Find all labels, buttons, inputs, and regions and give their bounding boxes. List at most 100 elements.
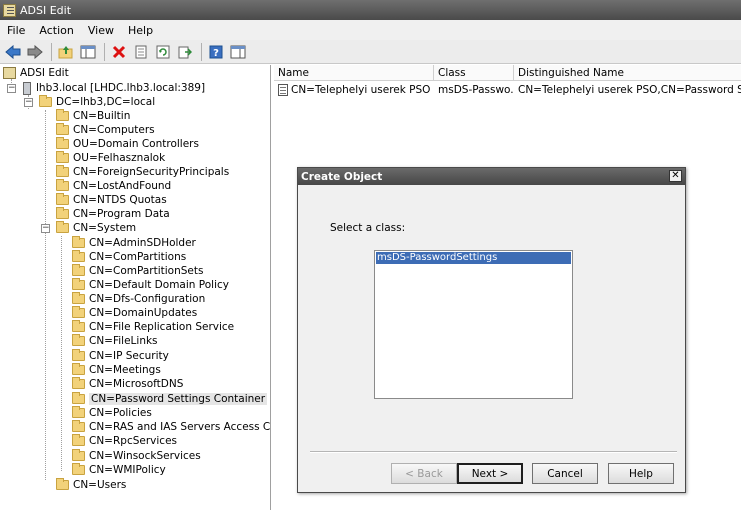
- class-listbox[interactable]: msDS-PasswordSettings: [374, 250, 573, 399]
- up-folder-icon[interactable]: [56, 42, 76, 62]
- tree-item-label: CN=Meetings: [89, 364, 161, 376]
- collapse-domain-icon[interactable]: −: [24, 98, 33, 107]
- server-icon: [23, 81, 31, 95]
- tree-item-label: CN=LostAndFound: [73, 180, 172, 192]
- collapse-system-icon[interactable]: −: [41, 224, 50, 233]
- tree-item-wmi-policy[interactable]: CN=WMIPolicy: [72, 463, 166, 477]
- tree-item-label: lhb3.local [LHDC.lhb3.local:389]: [36, 82, 206, 94]
- tree-item-admin-sd-holder[interactable]: CN=AdminSDHolder: [72, 236, 196, 250]
- tree-item-label: CN=MicrosoftDNS: [89, 378, 184, 390]
- cancel-button[interactable]: Cancel: [532, 463, 598, 484]
- tree-item-ntds-quotas[interactable]: CN=NTDS Quotas: [56, 193, 167, 207]
- back-button[interactable]: < Back: [391, 463, 457, 484]
- tree-item-domain-controllers[interactable]: OU=Domain Controllers: [56, 137, 199, 151]
- window-title: ADSI Edit: [20, 3, 72, 17]
- create-object-dialog: Create Object ✕ Select a class: msDS-Pas…: [297, 167, 686, 493]
- folder-icon: [72, 420, 85, 432]
- tree-item-label: CN=Default Domain Policy: [89, 279, 229, 291]
- collapse-server-icon[interactable]: −: [7, 84, 16, 93]
- folder-icon: [56, 207, 69, 219]
- menu-help[interactable]: Help: [121, 24, 160, 37]
- column-header-distinguished-name[interactable]: Distinguished Name: [514, 65, 741, 81]
- list-item[interactable]: CN=Telephelyi userek PSO msDS-Passwo... …: [274, 82, 741, 98]
- menu-action[interactable]: Action: [32, 24, 80, 37]
- folder-icon: [56, 478, 69, 490]
- column-header-name[interactable]: Name: [274, 65, 434, 81]
- folder-icon: [72, 320, 85, 332]
- tree-item-server[interactable]: lhb3.local [LHDC.lhb3.local:389]: [23, 81, 205, 95]
- tree-item-felhasznalok[interactable]: OU=Felhasznalok: [56, 151, 165, 165]
- tree-item-microsoft-dns[interactable]: CN=MicrosoftDNS: [72, 377, 183, 391]
- menu-view[interactable]: View: [81, 24, 121, 37]
- list-item-class: msDS-Passwo...: [438, 84, 514, 96]
- tree-item-label: CN=FileLinks: [89, 335, 158, 347]
- tree-item-com-partitions[interactable]: CN=ComPartitions: [72, 250, 186, 264]
- forward-arrow-icon[interactable]: [25, 42, 45, 62]
- show-hide-tree-icon[interactable]: [78, 42, 98, 62]
- tree-item-password-settings-container[interactable]: CN=Password Settings Container: [72, 392, 268, 406]
- tree-item-ip-security[interactable]: CN=IP Security: [72, 349, 169, 363]
- tree-item-label: CN=NTDS Quotas: [73, 194, 167, 206]
- export-list-icon[interactable]: [175, 42, 195, 62]
- back-arrow-icon[interactable]: [3, 42, 23, 62]
- tree-item-winsock-services[interactable]: CN=WinsockServices: [72, 449, 201, 463]
- adsi-edit-app-icon: [3, 3, 16, 17]
- menu-file[interactable]: File: [0, 24, 32, 37]
- folder-icon: [56, 151, 69, 163]
- tree-root-adsi-edit[interactable]: ADSI Edit: [3, 66, 69, 80]
- tree-item-label: CN=DomainUpdates: [89, 307, 198, 319]
- tree-item-policies[interactable]: CN=Policies: [72, 406, 152, 420]
- tree-item-label: CN=ComPartitions: [89, 251, 187, 263]
- toolbar-separator: [104, 42, 105, 61]
- tree-item-rpc-services[interactable]: CN=RpcServices: [72, 434, 177, 448]
- tree-item-foreign-security-principals[interactable]: CN=ForeignSecurityPrincipals: [56, 165, 229, 179]
- tree-item-label: CN=Computers: [73, 124, 155, 136]
- tree-item-label: DC=lhb3,DC=local: [56, 96, 156, 108]
- svg-text:?: ?: [213, 48, 219, 59]
- tree-item-file-replication-service[interactable]: CN=File Replication Service: [72, 320, 234, 334]
- tree-item-computers[interactable]: CN=Computers: [56, 123, 155, 137]
- list-item-name: CN=Telephelyi userek PSO: [291, 84, 431, 96]
- pso-object-icon: [278, 84, 288, 96]
- tree-item-system[interactable]: CN=System: [56, 221, 136, 235]
- toolbar: ?: [0, 40, 741, 64]
- next-button[interactable]: Next >: [457, 463, 523, 484]
- tree-item-com-partition-sets[interactable]: CN=ComPartitionSets: [72, 264, 203, 278]
- tree-item-dfs-configuration[interactable]: CN=Dfs-Configuration: [72, 292, 205, 306]
- tree-item-program-data[interactable]: CN=Program Data: [56, 207, 170, 221]
- list-cell-name: CN=Telephelyi userek PSO: [274, 84, 434, 96]
- tree-item-ras-ias-access-check[interactable]: CN=RAS and IAS Servers Access Check: [72, 420, 271, 434]
- tree-item-label: CN=IP Security: [89, 350, 169, 362]
- tree-item-lost-and-found[interactable]: CN=LostAndFound: [56, 179, 171, 193]
- delete-icon[interactable]: [109, 42, 129, 62]
- folder-icon: [72, 434, 85, 446]
- tree-item-label: CN=Dfs-Configuration: [89, 293, 206, 305]
- help-icon[interactable]: ?: [206, 42, 226, 62]
- tree-item-default-domain-policy[interactable]: CN=Default Domain Policy: [72, 278, 229, 292]
- tree-item-file-links[interactable]: CN=FileLinks: [72, 334, 158, 348]
- close-icon[interactable]: ✕: [669, 170, 682, 182]
- list-header: Name Class Distinguished Name: [274, 65, 741, 81]
- tree-item-meetings[interactable]: CN=Meetings: [72, 363, 161, 377]
- tree-item-domain[interactable]: DC=lhb3,DC=local: [39, 95, 155, 109]
- dialog-divider: [310, 451, 677, 453]
- tree-item-label: CN=WMIPolicy: [89, 464, 166, 476]
- help-button[interactable]: Help: [608, 463, 674, 484]
- tree-item-domain-updates[interactable]: CN=DomainUpdates: [72, 306, 197, 320]
- tree-item-label: CN=ForeignSecurityPrincipals: [73, 166, 230, 178]
- properties-icon[interactable]: [131, 42, 151, 62]
- tree-item-label: OU=Felhasznalok: [73, 152, 166, 164]
- folder-icon: [56, 109, 69, 121]
- tree-item-builtin[interactable]: CN=Builtin: [56, 109, 130, 123]
- folder-icon: [72, 278, 85, 290]
- class-option-selected[interactable]: msDS-PasswordSettings: [376, 252, 571, 264]
- tree-item-users[interactable]: CN=Users: [56, 478, 126, 492]
- tree-item-label: CN=RAS and IAS Servers Access Check: [89, 421, 271, 433]
- show-hide-action-pane-icon[interactable]: [228, 42, 248, 62]
- folder-icon: [56, 193, 69, 205]
- refresh-icon[interactable]: [153, 42, 173, 62]
- column-header-class[interactable]: Class: [434, 65, 514, 81]
- folder-icon: [72, 363, 85, 375]
- tree-root-label: ADSI Edit: [20, 67, 69, 79]
- folder-icon: [56, 123, 69, 135]
